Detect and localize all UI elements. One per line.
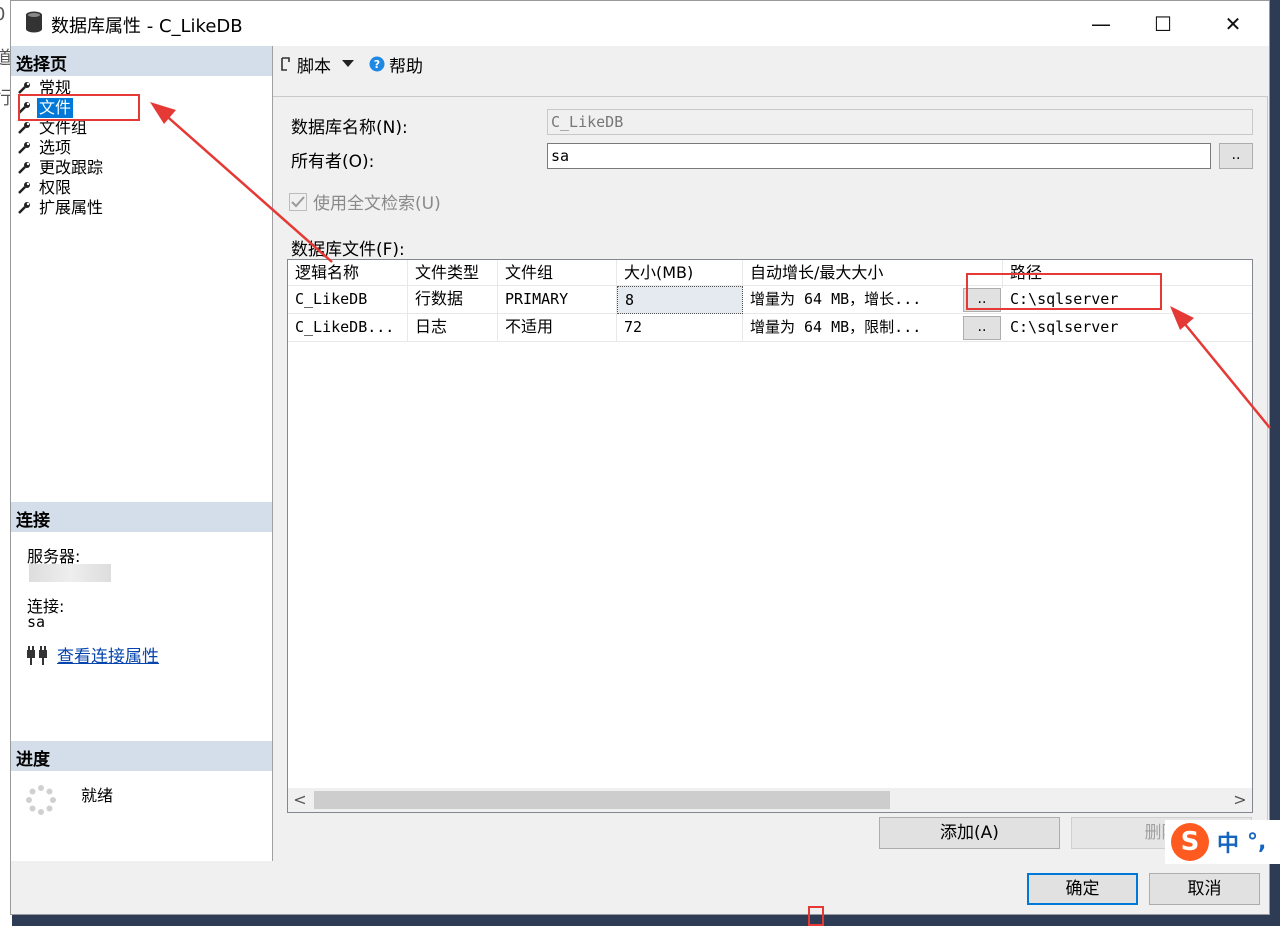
annotation-arrows bbox=[150, 102, 1271, 429]
annotation-arrow-to-files bbox=[150, 102, 333, 263]
annotation-arrow-to-path bbox=[1170, 306, 1271, 429]
